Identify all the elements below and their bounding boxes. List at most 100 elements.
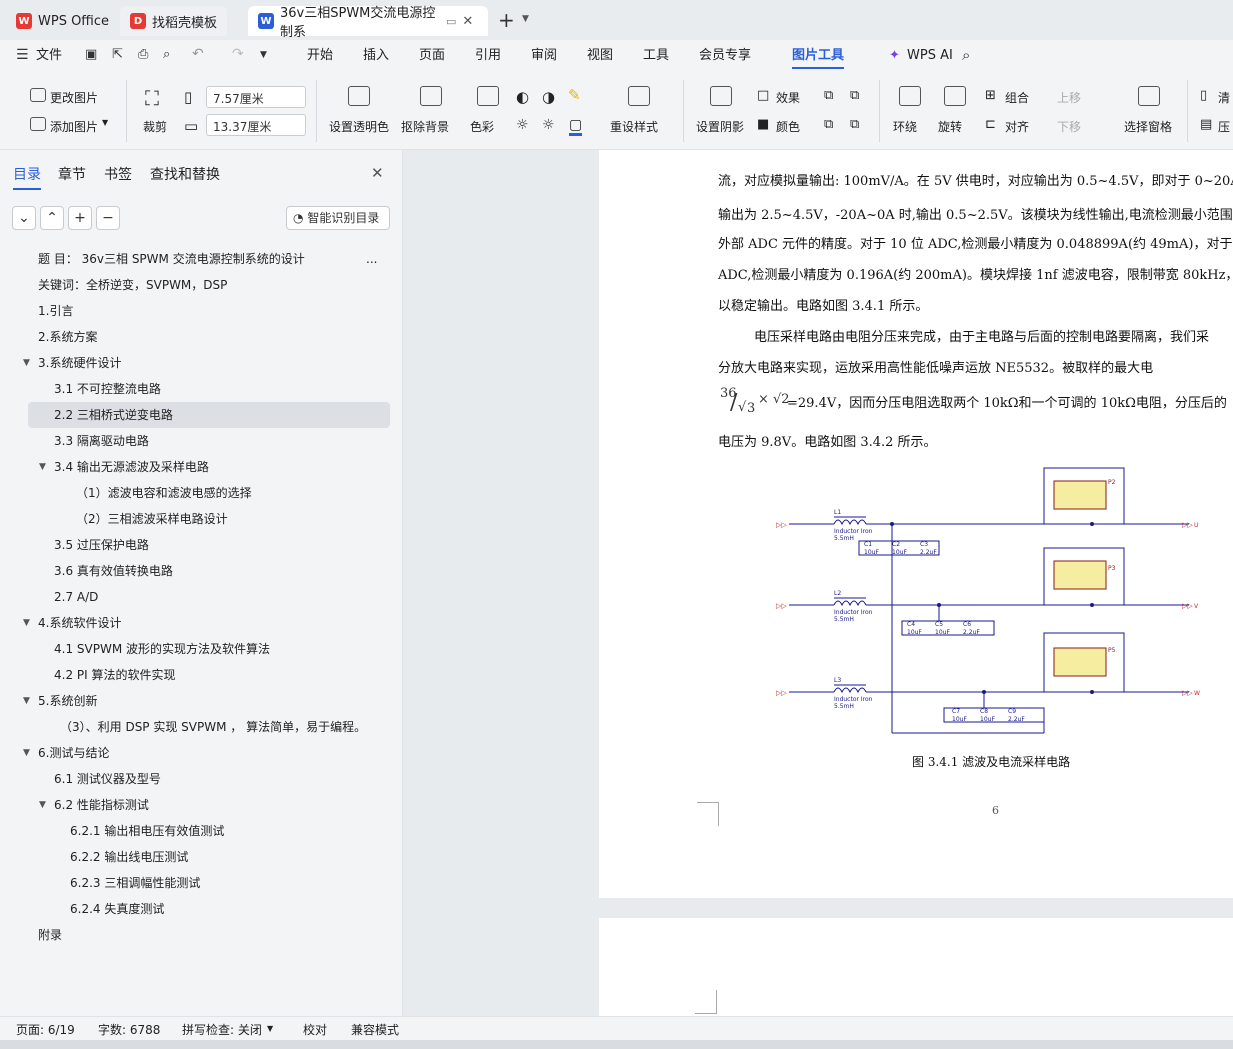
wrap-button[interactable]: 环绕 — [893, 118, 917, 135]
crop-button[interactable]: 裁剪 — [143, 118, 167, 135]
width-input[interactable]: 7.57厘米 — [206, 86, 306, 108]
toc-item[interactable]: ▼ 6.测试与结论 — [0, 740, 390, 766]
expand-arrow-icon[interactable]: ▼ — [23, 688, 30, 714]
compress-button[interactable]: 压 — [1218, 118, 1230, 135]
expand-arrow-icon[interactable]: ▼ — [23, 350, 30, 376]
toc-item[interactable]: 6.1 测试仪器及型号 — [0, 766, 390, 792]
toc-item[interactable]: 6.2.3 三相调幅性能测试 — [0, 870, 390, 896]
toc-item[interactable]: （1）滤波电容和滤波电感的选择 — [0, 480, 390, 506]
tab-document[interactable]: W 36v三相SPWM交流电源控制系 ▭ ✕ — [248, 6, 488, 40]
more-dropdown-icon[interactable]: ▼ — [260, 50, 267, 60]
toc-item[interactable]: 3.6 真有效值转换电路 — [0, 558, 390, 584]
reset-style-button[interactable]: 重设样式 — [610, 118, 658, 135]
close-icon[interactable]: ✕ — [371, 164, 384, 182]
panel-tab-bookmarks[interactable]: 书签 — [104, 164, 132, 184]
bring-forward-icon[interactable]: ⧉ — [824, 88, 833, 103]
expand-arrow-icon[interactable]: ▼ — [23, 610, 30, 636]
print-icon[interactable]: ⎙ — [138, 47, 148, 62]
toc-item[interactable]: 3.3 隔离驱动电路 — [0, 428, 390, 454]
close-tab-icon[interactable]: ✕ — [462, 14, 473, 29]
tab-docer[interactable]: D 找稻壳模板 — [120, 6, 228, 36]
menu-view[interactable]: 视图 — [587, 40, 613, 72]
menu-reference[interactable]: 引用 — [475, 40, 501, 72]
move-up-button[interactable]: 上移 — [1057, 89, 1081, 106]
menu-review[interactable]: 审阅 — [531, 40, 557, 72]
expand-up-button[interactable]: ⌃ — [40, 206, 64, 230]
toc-item[interactable]: 6.2.4 失真度测试 — [0, 896, 390, 922]
tab-wps-office[interactable]: W WPS Office — [6, 6, 119, 36]
expand-arrow-icon[interactable]: ▼ — [23, 740, 30, 766]
menu-start[interactable]: 开始 — [307, 40, 333, 72]
toc-item[interactable]: 6.2.2 输出线电压测试 — [0, 844, 390, 870]
menu-wps-ai[interactable]: WPS AI — [907, 40, 953, 72]
toc-item[interactable]: ▼ 4.系统软件设计 — [0, 610, 390, 636]
change-image-button[interactable]: 更改图片 — [50, 89, 98, 106]
expand-arrow-icon[interactable]: ▼ — [39, 792, 46, 818]
toc-item[interactable]: 2.2 三相桥式逆变电路 — [28, 402, 390, 428]
toc-item[interactable]: 4.1 SVPWM 波形的实现方法及软件算法 — [0, 636, 390, 662]
panel-tab-sections[interactable]: 章节 — [58, 164, 86, 184]
smart-toc-button[interactable]: ◔ 智能识别目录 — [286, 206, 390, 230]
sun-up-icon[interactable]: ☼ — [516, 117, 529, 133]
menu-insert[interactable]: 插入 — [363, 40, 389, 72]
search-icon[interactable]: ⌕ — [962, 46, 970, 64]
toc-item[interactable]: 3.5 过压保护电路 — [0, 532, 390, 558]
toc-item[interactable]: 1.引言 — [0, 298, 390, 324]
menu-member[interactable]: 会员专享 — [699, 40, 751, 72]
undo-icon[interactable]: ↶ — [192, 46, 204, 62]
chevron-down-icon[interactable]: ▼ — [267, 1024, 273, 1033]
toc-item[interactable]: 附录 — [0, 922, 390, 948]
rotate-button[interactable]: 旋转 — [938, 118, 962, 135]
contrast-icon[interactable]: ◑ — [542, 88, 555, 106]
toc-item[interactable]: 题 目： 36v三相 SPWM 交流电源控制系统的设计... — [0, 246, 390, 272]
panel-tab-toc[interactable]: 目录 — [13, 164, 41, 190]
hamburger-icon[interactable]: ☰ — [16, 47, 29, 63]
menu-file[interactable]: 文件 — [36, 40, 62, 72]
toc-item[interactable]: ▼ 3.系统硬件设计 — [0, 350, 390, 376]
color-button[interactable]: 色彩 — [470, 118, 494, 135]
toc-item[interactable]: （3）、利用 DSP 实现 SVPWM ， 算法简单，易于编程。 — [0, 714, 390, 740]
add-image-button[interactable]: 添加图片 — [50, 118, 98, 135]
panel-tab-find-replace[interactable]: 查找和替换 — [150, 164, 220, 184]
preview-icon[interactable]: ⌕ — [163, 47, 170, 62]
align-button[interactable]: 对齐 — [1005, 118, 1029, 135]
menu-page[interactable]: 页面 — [419, 40, 445, 72]
move-down-button[interactable]: 下移 — [1057, 118, 1081, 135]
selection-pane-button[interactable]: 选择窗格 — [1124, 118, 1172, 135]
height-input[interactable]: 13.37厘米 — [206, 114, 306, 136]
set-transparent-button[interactable]: 设置透明色 — [329, 118, 389, 135]
tab-list-dropdown-icon[interactable]: ▼ — [522, 14, 529, 24]
clear-button[interactable]: 清 — [1218, 89, 1230, 106]
set-shadow-button[interactable]: 设置阴影 — [696, 118, 744, 135]
remove-bg-button[interactable]: 抠除背景 — [401, 118, 449, 135]
remove-heading-button[interactable]: − — [96, 206, 120, 230]
more-icon[interactable]: ... — [366, 246, 377, 272]
toc-item[interactable]: 4.2 PI 算法的软件实现 — [0, 662, 390, 688]
send-backward-icon[interactable]: ⧉ — [850, 88, 859, 103]
expand-arrow-icon[interactable]: ▼ — [39, 454, 46, 480]
proofread-button[interactable]: 校对 — [303, 1021, 327, 1038]
group-button[interactable]: 组合 — [1005, 89, 1029, 106]
menu-tools[interactable]: 工具 — [643, 40, 669, 72]
spell-check[interactable]: 拼写检查: 关闭 — [182, 1021, 262, 1038]
fill-color-button[interactable]: 颜色 — [776, 118, 800, 135]
toc-item[interactable]: 3.1 不可控整流电路 — [0, 376, 390, 402]
rotate-left-icon[interactable]: ⧉ — [824, 117, 833, 132]
highlight-icon[interactable]: ✎ — [568, 86, 581, 104]
export-icon[interactable]: ⇱ — [112, 47, 123, 62]
toc-item[interactable]: ▼ 5.系统创新 — [0, 688, 390, 714]
chevron-down-icon[interactable]: ▼ — [102, 118, 108, 127]
rotate-right-icon[interactable]: ⧉ — [850, 117, 859, 132]
redo-icon[interactable]: ↷ — [232, 46, 244, 62]
border-color-icon[interactable]: ▢ — [569, 117, 583, 136]
word-count[interactable]: 字数: 6788 — [98, 1021, 160, 1038]
toc-item[interactable]: 2.系统方案 — [0, 324, 390, 350]
effect-button[interactable]: 效果 — [776, 89, 800, 106]
sun-down-icon[interactable]: ☼ — [542, 117, 555, 133]
toc-item[interactable]: （2）三相滤波采样电路设计 — [0, 506, 390, 532]
collapse-all-button[interactable]: ⌄ — [12, 206, 36, 230]
toc-item[interactable]: ▼ 3.4 输出无源滤波及采样电路 — [0, 454, 390, 480]
menu-picture-tools[interactable]: 图片工具 — [792, 40, 845, 72]
brightness-icon[interactable]: ◐ — [516, 88, 529, 106]
toc-item[interactable]: 6.2.1 输出相电压有效值测试 — [0, 818, 390, 844]
